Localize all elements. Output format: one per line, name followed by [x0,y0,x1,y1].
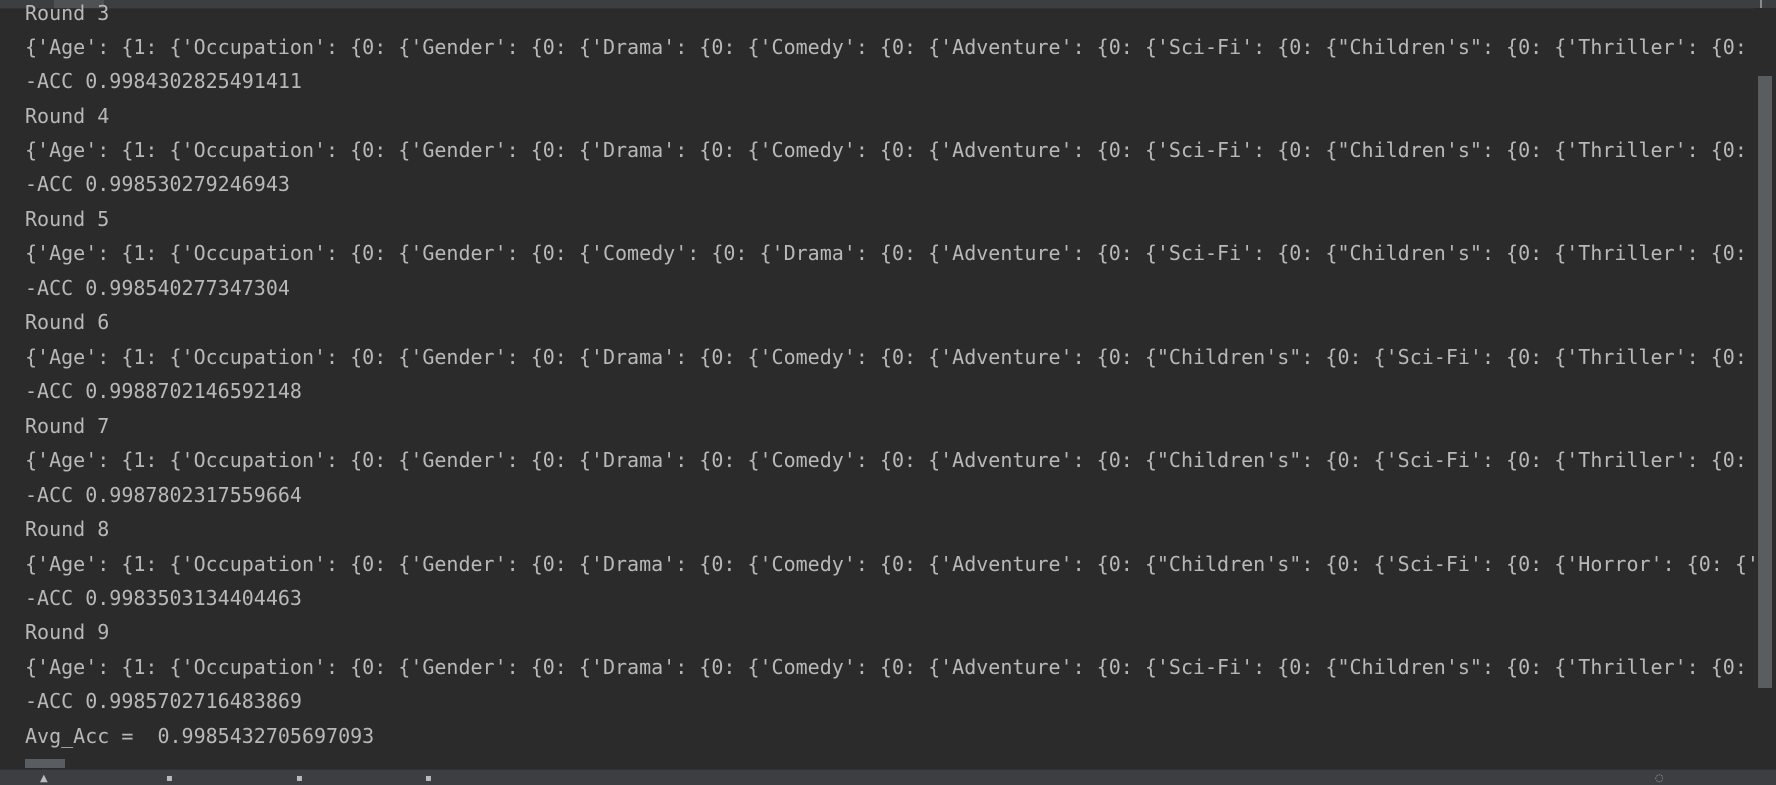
accuracy-line: -ACC 0.998540277347304 [25,276,290,300]
tree-output-line: {'Age': {1: {'Occupation': {0: {'Gender'… [25,138,1754,162]
ide-run-console-window: Round 3 {'Age': {1: {'Occupation': {0: {… [0,0,1776,785]
tree-output-line: {'Age': {1: {'Occupation': {0: {'Gender'… [25,35,1754,59]
accuracy-line: -ACC 0.9988702146592148 [25,379,302,403]
vertical-scrollbar-thumb[interactable] [1758,76,1772,688]
python-console-icon[interactable]: ▪ [425,774,433,784]
round-header: Round 8 [25,517,110,541]
tree-output-line: {'Age': {1: {'Occupation': {0: {'Gender'… [25,448,1754,472]
tree-output-line: {'Age': {1: {'Occupation': {0: {'Gender'… [25,655,1754,679]
round-header: Round 3 [25,1,110,25]
round-header: Round 5 [25,207,110,231]
round-header: Round 9 [25,620,110,644]
round-header: Round 6 [25,310,110,334]
average-accuracy-line: Avg_Acc = 0.9985432705697093 [25,724,375,748]
horizontal-scrollbar-thumb[interactable] [25,759,65,768]
accuracy-line: -ACC 0.9987802317559664 [25,483,302,507]
tree-output-line: {'Age': {1: {'Occupation': {0: {'Gender'… [25,241,1754,265]
todo-icon[interactable]: ▪ [166,774,174,784]
event-log-icon[interactable]: ◌ [1655,774,1663,784]
panel-resize-handle[interactable] [1760,0,1762,8]
accuracy-line: -ACC 0.9984302825491411 [25,69,302,93]
accuracy-line: -ACC 0.9985702716483869 [25,689,302,713]
terminal-icon[interactable]: ▪ [296,774,304,784]
tree-output-line: {'Age': {1: {'Occupation': {0: {'Gender'… [25,345,1754,369]
accuracy-line: -ACC 0.998530279246943 [25,172,290,196]
horizontal-scrollbar[interactable] [0,757,1776,769]
bottom-toolbar: ▲ ▪ ▪ ▪ ◌ [0,769,1776,785]
run-icon[interactable]: ▲ [40,774,48,784]
round-header: Round 7 [25,414,110,438]
tree-output-line: {'Age': {1: {'Occupation': {0: {'Gender'… [25,552,1754,576]
console-output[interactable]: Round 3 {'Age': {1: {'Occupation': {0: {… [0,0,1754,757]
round-header: Round 4 [25,104,110,128]
accuracy-line: -ACC 0.9983503134404463 [25,586,302,610]
